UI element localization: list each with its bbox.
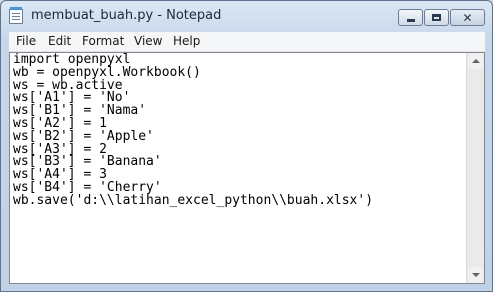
scroll-up-button[interactable] <box>468 53 483 69</box>
vertical-scrollbar[interactable] <box>466 53 484 283</box>
minimize-button[interactable] <box>398 9 423 26</box>
menu-file[interactable]: File <box>16 33 36 49</box>
scroll-down-arrow-icon <box>471 273 480 277</box>
menu-edit[interactable]: Edit <box>48 33 71 49</box>
minimize-icon <box>406 19 415 22</box>
code-line: wb.save('d:\\latihan_excel_python\\buah.… <box>13 192 374 208</box>
menu-view[interactable]: View <box>134 33 162 49</box>
notepad-icon[interactable] <box>9 7 23 24</box>
notepad-window: membuat_buah.py - Notepad ✕ File Edit Fo… <box>0 0 493 292</box>
maximize-button[interactable] <box>424 9 449 26</box>
maximize-icon <box>432 14 441 21</box>
window-title: membuat_buah.py - Notepad <box>31 8 222 23</box>
editor-text[interactable]: import openpyxl wb = openpyxl.Workbook()… <box>13 53 374 208</box>
menu-help[interactable]: Help <box>173 33 200 49</box>
close-button[interactable]: ✕ <box>450 9 485 26</box>
close-icon: ✕ <box>462 10 473 25</box>
menu-format[interactable]: Format <box>82 33 124 49</box>
text-editor[interactable]: import openpyxl wb = openpyxl.Workbook()… <box>9 52 485 284</box>
title-bar[interactable]: membuat_buah.py - Notepad ✕ <box>1 1 492 31</box>
scroll-down-button[interactable] <box>468 267 483 283</box>
scroll-up-arrow-icon <box>471 59 480 63</box>
menu-bar: File Edit Format View Help <box>9 32 485 52</box>
